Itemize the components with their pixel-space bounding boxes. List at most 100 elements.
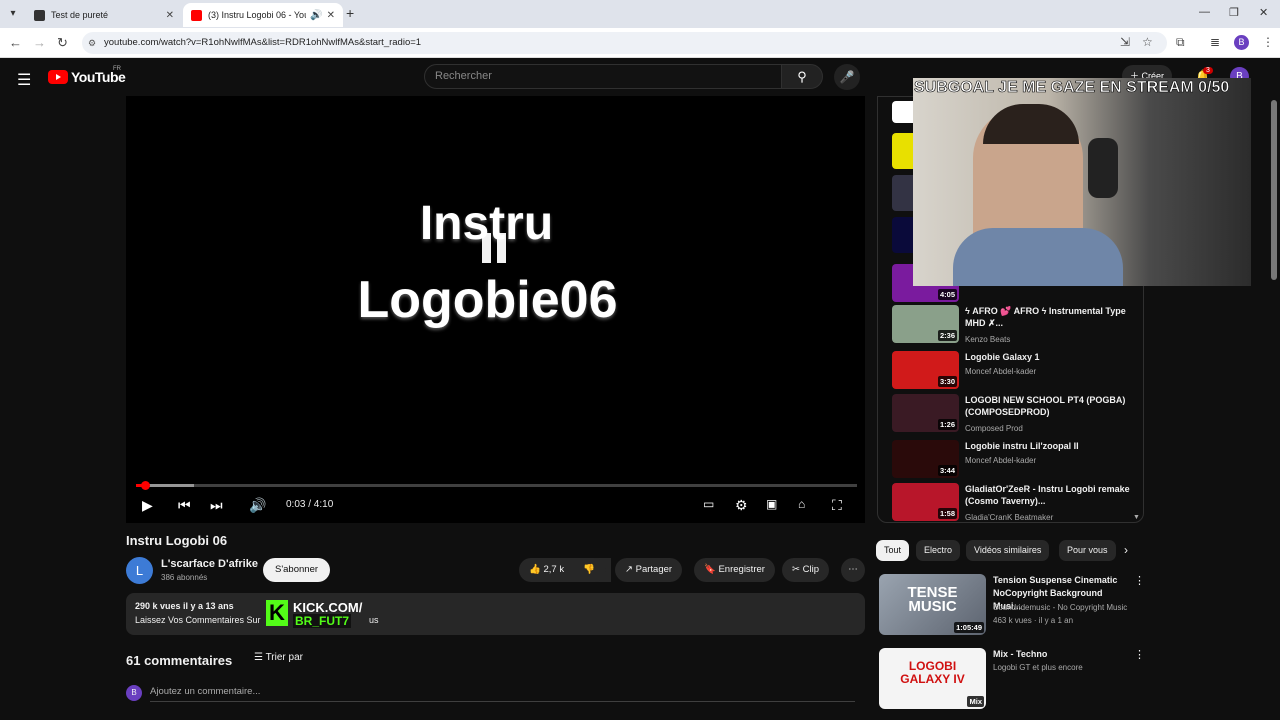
playlist-item[interactable]: 1:26 LOGOBI NEW SCHOOL PT4 (POGBA)(COMPOS…	[892, 394, 1142, 434]
playlist-video-title[interactable]: Logobie instru Lil'zoopal II	[965, 440, 1135, 452]
fullscreen-icon[interactable]: ⛶	[832, 497, 842, 514]
description-text-end: us	[369, 615, 379, 625]
playlist-thumb[interactable]: 3:30	[892, 351, 959, 389]
recommendation-thumb[interactable]: TENSE MUSIC 1:05:49	[879, 574, 986, 635]
video-title: Instru Logobi 06	[126, 533, 228, 548]
browser-profile-avatar[interactable]: B	[1234, 35, 1249, 50]
bookmark-star-icon[interactable]: ☆	[1142, 35, 1153, 49]
url-text: youtube.com/watch?v=R1ohNwlfMAs&list=RDR…	[104, 37, 422, 48]
close-window-icon[interactable]: ✕	[1259, 6, 1268, 19]
streamer-shirt	[953, 228, 1123, 286]
page-scrollbar[interactable]	[1271, 100, 1277, 280]
tab-search-chevron-icon[interactable]: ▾	[4, 5, 22, 23]
tab-close-icon[interactable]: ✕	[327, 10, 335, 21]
new-tab-button[interactable]: +	[346, 5, 354, 21]
video-duration: 1:26	[937, 419, 957, 430]
description-text: Laissez Vos Commentaires Sur	[135, 615, 261, 625]
install-app-icon[interactable]: ⇲	[1120, 35, 1130, 49]
playlist-thumb[interactable]: 1:58	[892, 483, 959, 521]
sort-comments-button[interactable]: ☰ Trier par	[254, 652, 303, 663]
back-arrow-icon[interactable]: ←	[9, 35, 22, 50]
comment-input[interactable]: Ajoutez un commentaire...	[150, 686, 855, 702]
kick-url-line2: BR_FUT7	[293, 614, 352, 628]
playlist-channel-name: Composed Prod	[965, 424, 1023, 433]
progress-bar[interactable]	[136, 481, 857, 490]
pause-indicator-icon	[482, 233, 508, 263]
playlist-scroll-down-icon[interactable]: ▼	[1133, 514, 1140, 521]
playlist-item[interactable]: 1:58 GladiatOr'ZeeR - Instru Logobi remak…	[892, 483, 1142, 522]
playlist-video-title[interactable]: ϟ AFRO 💕 AFRO ϟ Instrumental Type MHD ✗.…	[965, 305, 1135, 329]
guide-menu-icon[interactable]: ☰	[17, 70, 31, 90]
playlist-video-title[interactable]: GladiatOr'ZeeR - Instru Logobi remake (C…	[965, 483, 1135, 507]
chip-electro[interactable]: Electro	[916, 540, 961, 561]
next-icon[interactable]: ⏭	[210, 497, 223, 514]
clip-label: Clip	[802, 564, 819, 575]
tab-close-icon[interactable]: ✕	[166, 10, 174, 21]
channel-avatar[interactable]: L	[126, 557, 153, 584]
tab-audio-icon[interactable]: 🔊	[310, 10, 322, 21]
more-options-icon[interactable]: ⋮	[1134, 574, 1145, 587]
playlist-item[interactable]: 2:36 ϟ AFRO 💕 AFRO ϟ Instrumental Type MH…	[892, 305, 1142, 345]
time-display: 0:03 / 4:10	[286, 499, 334, 510]
minimize-icon[interactable]: —	[1199, 6, 1210, 18]
more-actions-icon[interactable]: ⋯	[841, 558, 865, 582]
extensions-icon[interactable]: ⧉	[1176, 35, 1185, 50]
video-duration: Mix	[967, 696, 984, 707]
media-controls-icon[interactable]: ≣	[1210, 35, 1220, 49]
browser-tab-strip: ▾ Test de pureté ✕ (3) Instru Logobi 06 …	[0, 0, 1280, 28]
search-icon[interactable]: ⚲	[781, 64, 823, 89]
browser-tab-2-active[interactable]: (3) Instru Logobi 06 - YouTu 🔊 ✕	[183, 3, 343, 27]
video-duration: 1:58	[937, 508, 957, 519]
recommendation-item[interactable]: LOGOBI GALAXY IV Mix Mix - Techno Logobi GT…	[876, 648, 1146, 712]
search-input[interactable]: Rechercher	[424, 64, 782, 89]
subtitles-icon[interactable]: ▭	[703, 497, 714, 511]
previous-icon[interactable]: ⏮	[178, 497, 191, 514]
video-duration: 1:05:49	[954, 622, 984, 633]
recommendation-item[interactable]: TENSE MUSIC 1:05:49 Tension Suspense Cinem…	[876, 574, 1146, 638]
clip-button[interactable]: ✂ Clip	[782, 558, 829, 582]
share-label: Partager	[635, 564, 673, 575]
play-icon[interactable]: ▶	[142, 497, 153, 514]
playlist-thumb[interactable]: 1:26	[892, 394, 959, 432]
description-box[interactable]: 290 k vues il y a 13 ans Laissez Vos Com…	[126, 593, 865, 635]
site-info-icon[interactable]: ⚙	[88, 32, 96, 54]
settings-gear-icon[interactable]: ⚙	[735, 497, 748, 514]
subscribe-button[interactable]: S'abonner	[263, 558, 331, 582]
more-options-icon[interactable]: ⋮	[1134, 648, 1145, 661]
volume-icon[interactable]: 🔊	[249, 497, 266, 514]
comments-count: 61 commentaires	[126, 653, 233, 668]
reload-icon[interactable]: ↻	[57, 35, 68, 51]
restore-icon[interactable]: ❐	[1229, 6, 1239, 19]
video-player[interactable]: Instru Logobie06 ▶ ⏮ ⏭ 🔊 0:03 / 4:10 ▭ ⚙…	[126, 96, 865, 523]
forward-arrow-icon[interactable]: →	[33, 35, 46, 50]
playlist-video-title[interactable]: LOGOBI NEW SCHOOL PT4 (POGBA)(COMPOSEDPR…	[965, 394, 1135, 418]
recommendation-thumb[interactable]: LOGOBI GALAXY IV Mix	[879, 648, 986, 709]
thumb-text: LOGOBI GALAXY IV	[900, 659, 965, 686]
browser-menu-icon[interactable]: ⋮	[1262, 35, 1274, 49]
playlist-thumb[interactable]: 2:36	[892, 305, 959, 343]
youtube-logo[interactable]: YouTube FR	[48, 66, 126, 85]
playlist-thumb[interactable]: 3:44	[892, 440, 959, 478]
share-button[interactable]: ↗ Partager	[615, 558, 683, 582]
channel-name[interactable]: L'scarface D'afrike	[161, 558, 258, 570]
miniplayer-icon[interactable]: ▣	[766, 497, 777, 511]
playlist-item[interactable]: 3:44 Logobie instru Lil'zoopal II Moncef A…	[892, 440, 1142, 480]
cast-icon[interactable]: ⌂	[798, 497, 805, 511]
chips-next-arrow-icon[interactable]: ›	[1124, 543, 1128, 557]
recommendation-channel: Logobi GT et plus encore	[993, 663, 1083, 672]
dislike-thumb-down-icon[interactable]: 👎	[576, 558, 606, 582]
browser-tab-1[interactable]: Test de pureté ✕	[26, 3, 182, 27]
recommendation-title[interactable]: Mix - Techno	[993, 648, 1131, 661]
tab-title: Test de pureté	[51, 10, 109, 20]
playlist-video-title[interactable]: Logobie Galaxy 1	[965, 351, 1135, 363]
scrubber-handle[interactable]	[140, 481, 150, 490]
chip-vidéos-similaires[interactable]: Vidéos similaires	[966, 540, 1050, 561]
playlist-item[interactable]: 3:30 Logobie Galaxy 1 Moncef Abdel-kader	[892, 351, 1142, 391]
headphones-icon	[1088, 138, 1118, 198]
save-button[interactable]: 🔖 Enregistrer	[694, 558, 775, 582]
chip-tout[interactable]: Tout	[876, 540, 910, 561]
chip-pour-vous[interactable]: Pour vous	[1059, 540, 1116, 561]
url-bar[interactable]: ⚙ youtube.com/watch?v=R1ohNwlfMAs&list=R…	[82, 32, 1167, 54]
voice-search-mic-icon[interactable]: 🎤	[834, 64, 860, 90]
notifications-count-badge: 3	[1203, 67, 1213, 74]
